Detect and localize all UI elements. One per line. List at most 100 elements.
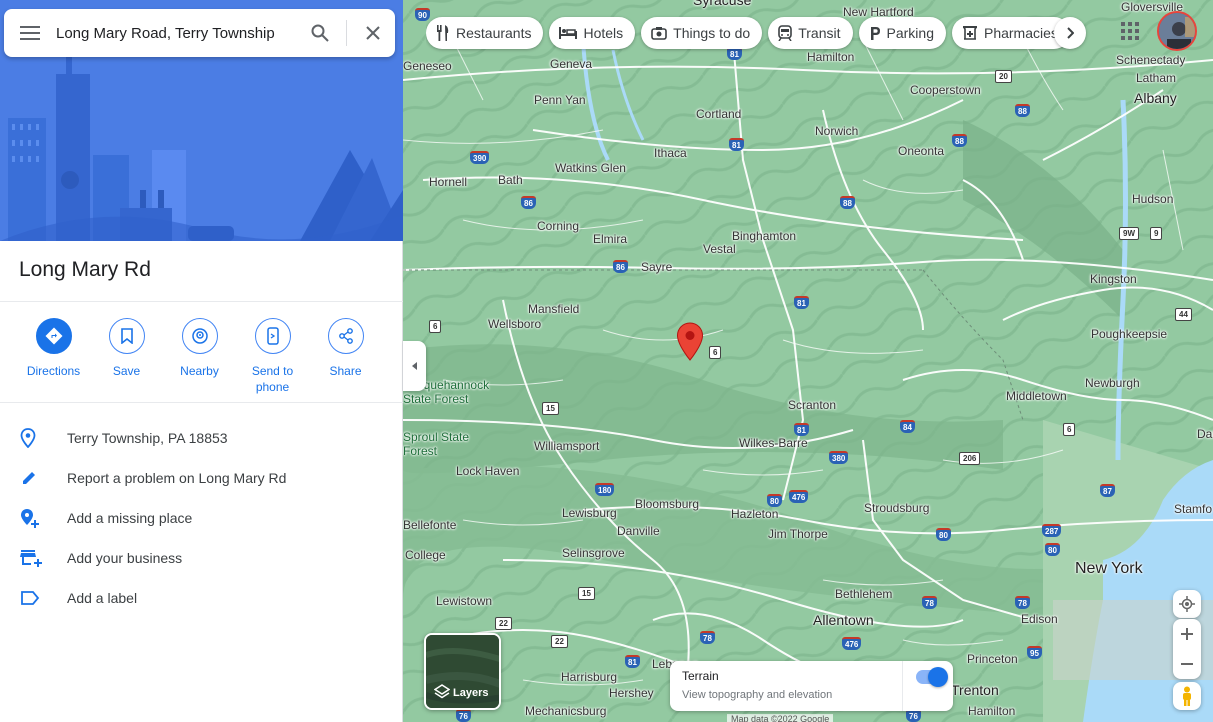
route-shield: 390 — [470, 151, 490, 164]
collapse-panel-button[interactable] — [403, 341, 426, 391]
phone-icon — [266, 327, 279, 345]
map-place-label: Elmira — [593, 232, 628, 246]
add-business-row[interactable]: Add your business — [0, 538, 403, 578]
map-place-label: Penn Yan — [534, 93, 586, 107]
map-place-label: Danville — [617, 524, 660, 538]
add-missing-place-row[interactable]: Add a missing place — [0, 498, 403, 538]
pharmacy-icon — [962, 26, 977, 40]
map-place-label: Jim Thorpe — [768, 527, 828, 541]
place-panel: Long Mary Road, Terry Township Long Mary… — [0, 0, 403, 722]
map-place-label: Bloomsburg — [635, 497, 700, 511]
nearby-button[interactable]: Nearby — [163, 318, 236, 395]
map-place-label: Mansfield — [528, 302, 580, 316]
route-shield: 88 — [952, 134, 967, 147]
map-place-label: Hazleton — [731, 507, 779, 521]
map-place-label: Allentown — [813, 612, 874, 628]
directions-button[interactable]: Directions — [17, 318, 90, 395]
route-shield: 6 — [709, 346, 722, 359]
route-shield: 6 — [1063, 423, 1076, 436]
route-shield: 476 — [842, 637, 862, 650]
terrain-toggle[interactable] — [916, 667, 948, 687]
hamburger-menu-icon — [20, 26, 40, 40]
pegman-icon — [1183, 686, 1191, 706]
nearby-icon — [191, 328, 208, 344]
chip-things-to-do[interactable]: Things to do — [641, 17, 763, 49]
search-divider — [346, 20, 347, 46]
action-buttons: Directions Save Nearby Send to phone Sha… — [0, 318, 403, 395]
map-place-label: Harrisburg — [561, 670, 618, 684]
chip-label: Things to do — [673, 25, 751, 41]
layers-button[interactable]: Layers — [424, 633, 501, 710]
map-place-label: Latham — [1136, 71, 1177, 85]
map-canvas[interactable]: Syracuse New Hartford Gloversville Genes… — [403, 0, 1213, 722]
chip-pharmacies[interactable]: Pharmacies — [951, 17, 1070, 49]
route-shield: 22 — [551, 635, 568, 648]
chip-restaurants[interactable]: Restaurants — [426, 17, 544, 49]
map-place-label: Newburgh — [1085, 376, 1140, 390]
clear-search-button[interactable] — [351, 9, 395, 57]
route-shield: 9 — [1150, 227, 1163, 240]
apps-grid-icon — [1121, 22, 1139, 40]
route-shield: 78 — [1015, 596, 1030, 609]
map-place-label: Kingston — [1090, 272, 1137, 286]
map-place-label: Selinsgrove — [562, 546, 625, 560]
map-place-label: Hamilton — [968, 704, 1016, 718]
my-location-icon — [1179, 596, 1195, 612]
send-to-phone-button[interactable]: Send to phone — [236, 318, 309, 395]
red-pin-icon — [676, 322, 704, 361]
bookmark-icon — [120, 328, 133, 344]
map-place-label: Bethlehem — [835, 587, 893, 601]
zoom-in-button[interactable] — [1173, 619, 1201, 649]
map-place-label: Trenton — [951, 682, 999, 698]
parking-icon — [870, 27, 880, 40]
my-location-button[interactable] — [1173, 590, 1201, 618]
map-attribution[interactable]: Map data ©2022 Google — [727, 714, 834, 722]
search-box[interactable]: Long Mary Road, Terry Township — [4, 9, 395, 57]
zoom-out-button[interactable] — [1173, 649, 1201, 679]
send-to-phone-label: Send to phone — [251, 364, 294, 394]
address-row[interactable]: Terry Township, PA 18853 — [0, 418, 403, 458]
close-icon — [366, 26, 380, 40]
street-view-pegman[interactable] — [1173, 682, 1201, 710]
add-missing-place-text: Add a missing place — [67, 510, 193, 526]
add-label-row[interactable]: Add a label — [0, 578, 403, 618]
route-shield: 78 — [700, 631, 715, 644]
menu-button[interactable] — [4, 9, 56, 57]
hotel-icon — [559, 27, 578, 39]
label-icon — [21, 591, 40, 605]
chips-next-button[interactable] — [1054, 17, 1086, 49]
report-problem-row[interactable]: Report a problem on Long Mary Rd — [0, 458, 403, 498]
map-place-label: Sproul State Forest — [403, 430, 470, 458]
map-place-label: Syracuse — [693, 0, 752, 8]
chip-transit[interactable]: Transit — [768, 17, 853, 49]
route-shield: 81 — [729, 138, 744, 151]
google-apps-button[interactable] — [1121, 22, 1139, 45]
map-place-label: Poughkeepsie — [1091, 327, 1168, 341]
layers-label: Layers — [453, 687, 489, 699]
chip-parking[interactable]: Parking — [858, 17, 946, 49]
map-place-label: Albany — [1134, 90, 1177, 106]
map-place-label: Middletown — [1006, 389, 1067, 403]
map-place-label: Geneva — [550, 57, 593, 71]
camera-icon — [651, 27, 667, 40]
map-place-label: Oneonta — [898, 144, 945, 158]
search-input[interactable]: Long Mary Road, Terry Township — [56, 25, 298, 42]
route-shield: 87 — [1100, 484, 1115, 497]
chip-label: Restaurants — [456, 25, 532, 41]
chip-row: Restaurants Hotels Things to do Transit … — [426, 17, 1070, 49]
divider — [0, 301, 403, 302]
route-shield: 80 — [767, 494, 782, 507]
edit-pencil-icon — [23, 472, 35, 484]
share-button[interactable]: Share — [309, 318, 382, 395]
account-avatar[interactable] — [1157, 11, 1197, 51]
search-button[interactable] — [298, 9, 342, 57]
chip-hotels[interactable]: Hotels — [549, 17, 636, 49]
save-button[interactable]: Save — [90, 318, 163, 395]
map-place-label: Norwich — [815, 124, 859, 138]
route-shield: 76 — [456, 709, 471, 722]
map-place-label: Dan — [1197, 427, 1213, 441]
location-marker[interactable] — [676, 322, 704, 367]
terrain-separator — [902, 661, 903, 711]
map-place-label: Hornell — [429, 175, 468, 189]
chip-label: Pharmacies — [983, 25, 1058, 41]
